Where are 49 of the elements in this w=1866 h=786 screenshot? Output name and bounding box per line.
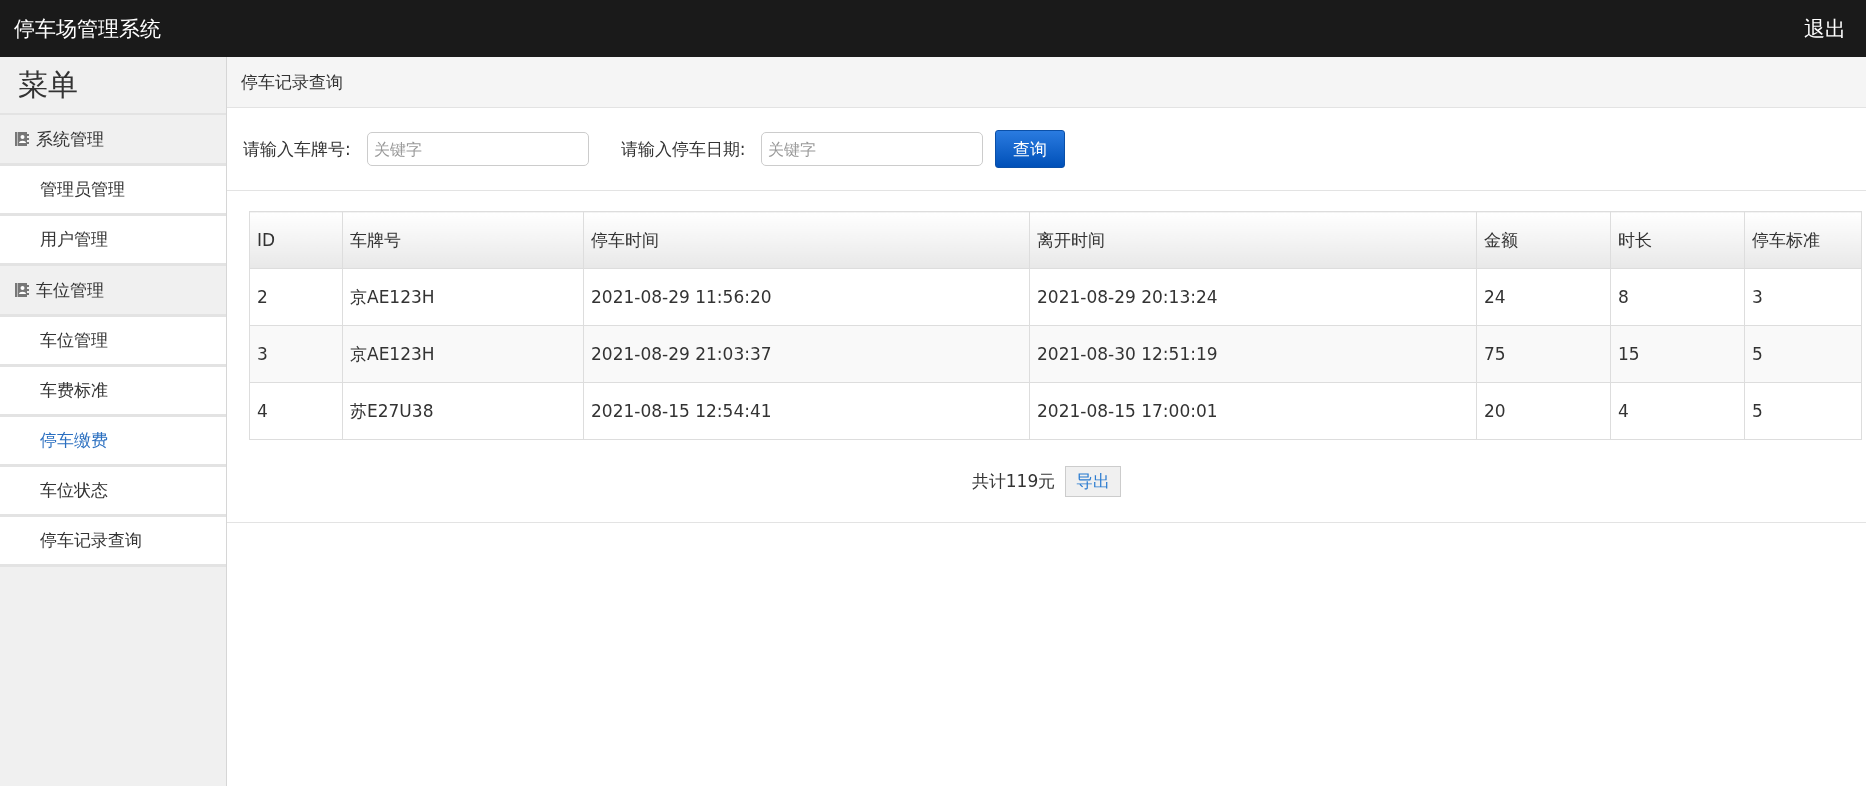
menu-item[interactable]: 车费标准	[0, 367, 226, 417]
table-cell: 24	[1476, 268, 1611, 326]
column-header: 车牌号	[342, 211, 584, 269]
table-cell: 5	[1744, 325, 1862, 383]
address-book-icon	[14, 131, 30, 147]
table-cell: 5	[1744, 382, 1862, 440]
app-title: 停车场管理系统	[14, 15, 161, 43]
column-header: 离开时间	[1029, 211, 1477, 269]
column-header: 时长	[1610, 211, 1745, 269]
menu-item[interactable]: 车位状态	[0, 467, 226, 517]
table-cell: 4	[249, 382, 343, 440]
address-book-icon	[14, 282, 30, 298]
table-cell: 2021-08-15 17:00:01	[1029, 382, 1477, 440]
menu-item[interactable]: 停车记录查询	[0, 517, 226, 567]
menu-item[interactable]: 车位管理	[0, 317, 226, 367]
table-cell: 2021-08-29 20:13:24	[1029, 268, 1477, 326]
table-cell: 3	[249, 325, 343, 383]
table-cell: 京AE123H	[342, 268, 584, 326]
logout-link[interactable]: 退出	[1804, 14, 1846, 43]
export-button[interactable]: 导出	[1065, 465, 1122, 497]
table-cell: 2021-08-15 12:54:41	[583, 382, 1030, 440]
table-cell: 2	[249, 268, 343, 326]
table-cell: 75	[1476, 325, 1611, 383]
table-cell: 20	[1476, 382, 1611, 440]
menu-item[interactable]: 停车缴费	[0, 417, 226, 467]
column-header: 停车时间	[583, 211, 1030, 269]
table-cell: 苏E27U38	[342, 382, 584, 440]
search-field[interactable]: 关键字	[761, 132, 984, 166]
table-cell: 京AE123H	[342, 325, 584, 383]
column-header: ID	[249, 211, 343, 269]
table-cell: 2021-08-29 11:56:20	[583, 268, 1030, 326]
column-header: 停车标准	[1744, 211, 1862, 269]
search-field[interactable]: 关键字	[366, 132, 589, 166]
table-cell: 2021-08-29 21:03:37	[583, 325, 1030, 383]
field-label: 请输入停车日期:	[620, 137, 746, 161]
breadcrumb: 停车记录查询	[227, 57, 1866, 108]
column-header: 金额	[1476, 211, 1611, 269]
table-cell: 2021-08-30 12:51:19	[1029, 325, 1477, 383]
menu-item[interactable]: 管理员管理	[0, 166, 226, 216]
menu-item[interactable]: 用户管理	[0, 216, 226, 266]
field-label: 请输入车牌号:	[243, 137, 351, 161]
table-cell: 8	[1610, 268, 1745, 326]
total-amount: 共计119元	[971, 469, 1056, 493]
menu-group-label: 车位管理	[36, 278, 104, 302]
table-cell: 15	[1610, 325, 1745, 383]
search-button[interactable]: 查询	[995, 130, 1066, 168]
table-cell: 4	[1610, 382, 1745, 440]
table-cell: 3	[1744, 268, 1862, 326]
menu-group-label: 系统管理	[36, 127, 104, 151]
